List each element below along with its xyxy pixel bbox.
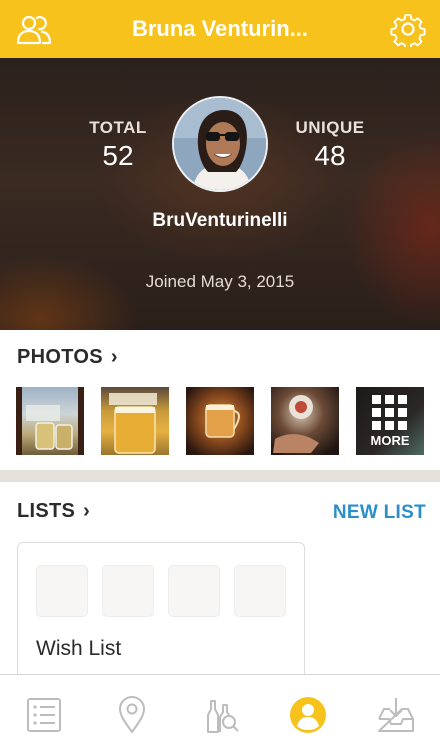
username: BruVenturinelli [152, 210, 288, 231]
unique-label: UNIQUE [295, 118, 365, 137]
photo-thumbnail-2[interactable] [101, 387, 169, 455]
chevron-right-icon: › [83, 500, 91, 522]
list-item-placeholder [168, 565, 220, 617]
list-card-title: Wish List [36, 637, 122, 660]
avatar[interactable] [172, 96, 268, 192]
inbox-download-icon[interactable] [376, 695, 416, 735]
profile-icon[interactable] [288, 695, 328, 735]
tab-bar [0, 674, 440, 750]
photo-thumbnail-1[interactable] [16, 387, 84, 455]
list-card[interactable]: Wish List [17, 542, 305, 687]
feed-icon[interactable] [24, 695, 64, 735]
lists-heading: LISTS [17, 500, 76, 522]
photos-heading: PHOTOS [17, 346, 103, 368]
joined-date: Joined May 3, 2015 [145, 272, 295, 291]
total-value: 52 [102, 140, 134, 171]
page-title: Bruna Venturin... [131, 16, 309, 41]
photos-heading-link[interactable]: PHOTOS › [17, 346, 118, 369]
photo-thumbnail-4[interactable] [271, 387, 339, 455]
list-item-placeholder [36, 565, 88, 617]
new-list-button[interactable]: NEW LIST [333, 502, 426, 524]
list-item-placeholder [234, 565, 286, 617]
unique-value: 48 [314, 140, 346, 171]
grid-icon [372, 395, 408, 431]
gear-icon[interactable] [390, 11, 426, 50]
bottles-search-icon[interactable] [200, 695, 240, 735]
lists-heading-link[interactable]: LISTS › [17, 500, 90, 523]
profile-hero: TOTAL 52 UNIQUE 48 BruVenturinelli Joine… [0, 58, 440, 330]
friends-icon[interactable] [16, 11, 52, 47]
section-divider [0, 470, 440, 482]
location-pin-icon[interactable] [112, 695, 152, 735]
total-label: TOTAL [89, 118, 147, 137]
total-stat: TOTAL 52 [86, 118, 150, 172]
chevron-right-icon: › [110, 346, 118, 368]
unique-stat: UNIQUE 48 [290, 118, 370, 172]
photo-thumbnail-3[interactable] [186, 387, 254, 455]
more-label: MORE [370, 433, 410, 448]
list-item-placeholder [102, 565, 154, 617]
app-header: Bruna Venturin... [0, 0, 440, 58]
more-photos-button[interactable]: MORE [356, 387, 424, 455]
